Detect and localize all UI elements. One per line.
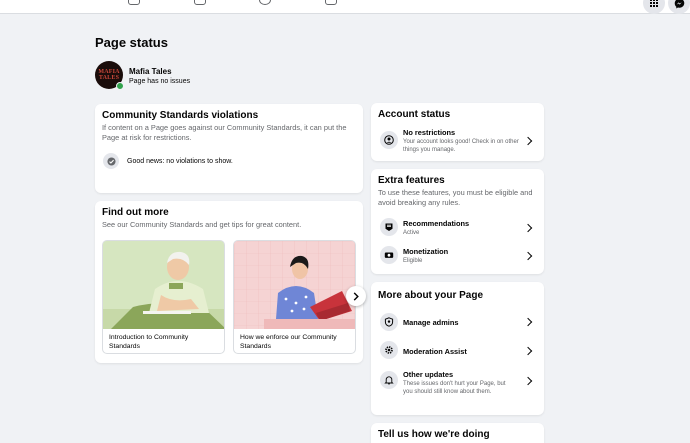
more-row-title: Other updates xyxy=(403,370,454,379)
grid-menu-button[interactable] xyxy=(643,0,665,14)
chevron-right-icon[interactable] xyxy=(523,136,533,146)
feature-title: Recommendations xyxy=(403,219,470,228)
feedback-title: Tell us how we're doing xyxy=(378,429,490,440)
feedback-card: Tell us how we're doing xyxy=(371,423,544,443)
extra-features-title: Extra features xyxy=(378,175,445,186)
more-row-title: Moderation Assist xyxy=(403,347,467,356)
gear-icon xyxy=(385,346,393,354)
gaming-nav-icon[interactable] xyxy=(325,0,337,5)
extra-features-description: To use these features, you must be eligi… xyxy=(378,188,533,207)
more-row-subtitle: These issues don't hurt your Page, but y… xyxy=(403,381,506,395)
grid-menu-icon xyxy=(649,0,659,8)
account-status-card: Account status No restrictions Your acco… xyxy=(371,103,544,161)
article-caption: How we enforce our Community Standards xyxy=(240,334,337,350)
shield-icon xyxy=(384,317,394,327)
avatar-text-line2: TALES xyxy=(98,75,120,81)
monetization-icon-wrap xyxy=(380,246,398,264)
other-updates-icon-wrap xyxy=(380,371,398,389)
page-name: Mafia Tales xyxy=(129,67,172,76)
messenger-button[interactable] xyxy=(668,0,690,14)
violations-title: Community Standards violations xyxy=(102,110,259,121)
account-row-icon-wrap xyxy=(380,131,398,149)
recommendations-icon xyxy=(385,223,393,231)
violations-description: If content on a Page goes against our Co… xyxy=(102,123,347,142)
profile-icon xyxy=(384,135,394,145)
feature-subtitle: Active xyxy=(403,230,420,236)
violations-status: Good news: no violations to show. xyxy=(127,158,233,165)
feature-subtitle: Eligible xyxy=(403,258,423,264)
bell-icon xyxy=(384,376,394,385)
feature-title: Monetization xyxy=(403,247,449,256)
article-illustration-woman-laptop xyxy=(234,241,355,329)
article-illustration-elderly-man xyxy=(103,241,224,329)
chevron-right-icon[interactable] xyxy=(523,317,533,327)
violations-card: Community Standards violations If conten… xyxy=(95,104,363,193)
moderation-icon-wrap xyxy=(380,341,398,359)
carousel-next-button[interactable] xyxy=(346,286,366,306)
chevron-right-icon[interactable] xyxy=(523,251,533,261)
recommendations-icon-wrap xyxy=(380,218,398,236)
find-out-more-title: Find out more xyxy=(102,207,169,218)
check-icon xyxy=(106,156,116,166)
monetization-icon xyxy=(384,252,394,258)
account-status-title: Account status xyxy=(378,109,451,120)
extra-features-card: Extra features To use these features, yo… xyxy=(371,169,544,274)
online-status-dot xyxy=(116,82,124,90)
chevron-right-icon[interactable] xyxy=(523,346,533,356)
find-out-more-description: See our Community Standards and get tips… xyxy=(102,220,302,229)
article-card-enforcement[interactable]: How we enforce our Community Standards xyxy=(233,240,356,354)
chevron-right-icon xyxy=(353,291,359,301)
manage-admins-icon-wrap xyxy=(380,313,398,331)
article-card-introduction[interactable]: Introduction to Community Standards xyxy=(102,240,225,354)
page-title: Page status xyxy=(95,35,168,50)
page-health-status: Page has no issues xyxy=(129,78,191,85)
more-row-title: Manage admins xyxy=(403,318,459,327)
account-row-subtitle: Your account looks good! Check in on oth… xyxy=(403,139,519,153)
pages-nav-icon[interactable] xyxy=(128,0,140,5)
account-row-title: No restrictions xyxy=(403,128,456,137)
chevron-right-icon[interactable] xyxy=(523,223,533,233)
video-nav-icon[interactable] xyxy=(194,0,206,5)
chevron-right-icon[interactable] xyxy=(523,376,533,386)
messenger-icon xyxy=(674,0,684,8)
more-about-title: More about your Page xyxy=(378,290,484,301)
more-about-card: More about your Page Manage admins Moder… xyxy=(371,282,544,415)
article-caption: Introduction to Community Standards xyxy=(109,334,189,350)
top-navigation-bar xyxy=(0,0,690,14)
violations-check xyxy=(103,153,119,169)
groups-nav-icon[interactable] xyxy=(259,0,271,5)
